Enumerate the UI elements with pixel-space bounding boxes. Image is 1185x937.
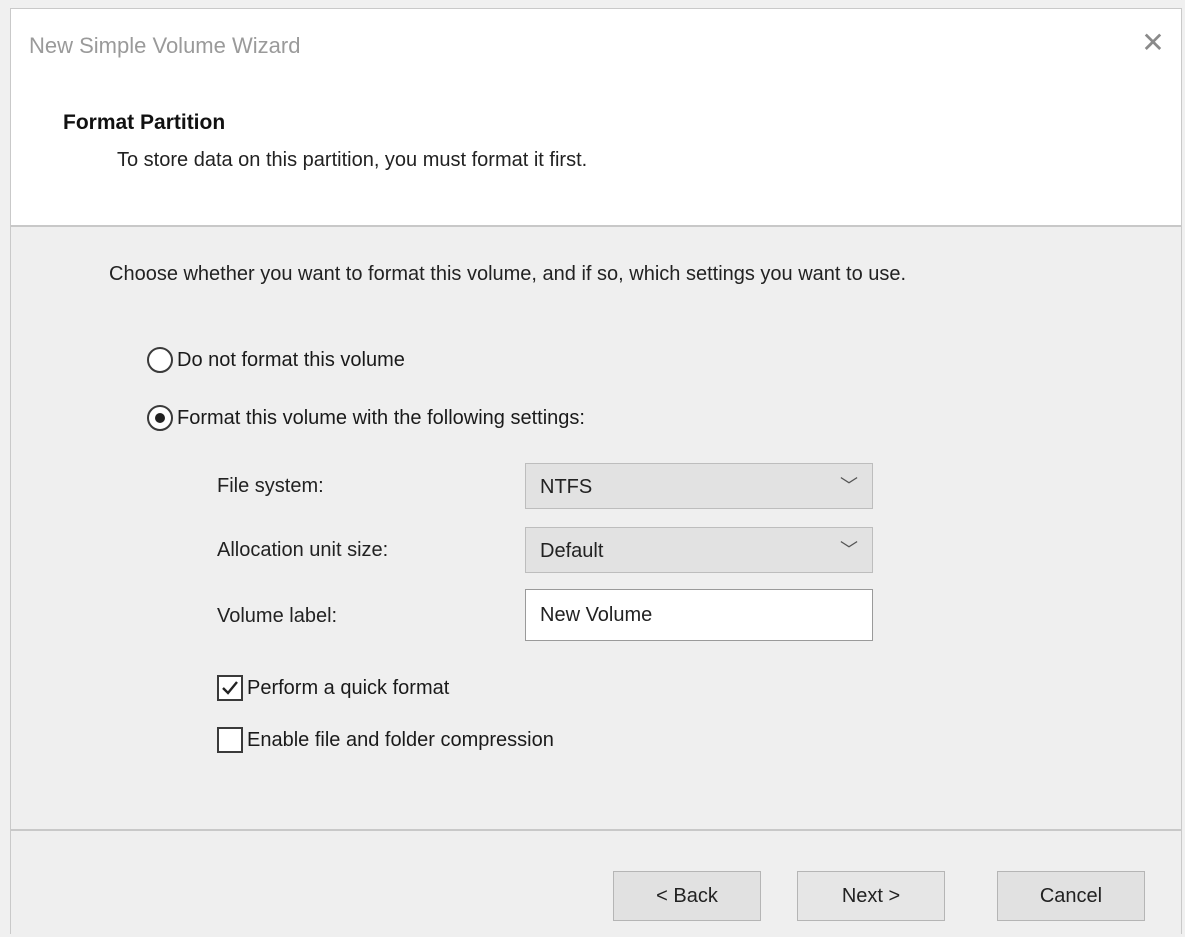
do-not-format-label: Do not format this volume bbox=[177, 348, 405, 371]
chevron-down-icon: ﹀ bbox=[840, 540, 858, 560]
file-system-value: NTFS bbox=[540, 476, 593, 498]
volume-label-input[interactable] bbox=[525, 589, 873, 641]
compression-checkbox[interactable] bbox=[217, 727, 243, 753]
checkmark-icon bbox=[222, 681, 238, 695]
next-button[interactable]: Next > bbox=[797, 871, 945, 921]
wizard-window: New Simple Volume Wizard ✕ Format Partit… bbox=[10, 8, 1182, 937]
quick-format-checkbox[interactable] bbox=[217, 675, 243, 701]
format-volume-label: Format this volume with the following se… bbox=[177, 406, 585, 429]
wizard-content: Choose whether you want to format this v… bbox=[11, 227, 1181, 829]
page-title: Format Partition bbox=[63, 111, 226, 134]
compression-label: Enable file and folder compression bbox=[247, 728, 554, 751]
page-subtitle: To store data on this partition, you mus… bbox=[117, 149, 588, 171]
intro-text: Choose whether you want to format this v… bbox=[109, 263, 907, 285]
file-system-dropdown[interactable]: NTFS ﹀ bbox=[525, 463, 873, 509]
wizard-header: Format Partition To store data on this p… bbox=[11, 79, 1181, 227]
format-volume-radio-option[interactable]: Format this volume with the following se… bbox=[147, 405, 585, 431]
do-not-format-radio-option[interactable]: Do not format this volume bbox=[147, 347, 405, 373]
cancel-button[interactable]: Cancel bbox=[997, 871, 1145, 921]
wizard-footer: < Back Next > Cancel bbox=[11, 829, 1181, 937]
title-bar: New Simple Volume Wizard ✕ bbox=[11, 9, 1181, 79]
allocation-unit-size-value: Default bbox=[540, 540, 604, 562]
chevron-down-icon: ﹀ bbox=[840, 476, 858, 496]
volume-label-label: Volume label: bbox=[217, 605, 338, 627]
allocation-unit-size-label: Allocation unit size: bbox=[217, 539, 389, 561]
quick-format-label: Perform a quick format bbox=[247, 676, 450, 699]
close-icon[interactable]: ✕ bbox=[1133, 23, 1173, 63]
allocation-unit-size-dropdown[interactable]: Default ﹀ bbox=[525, 527, 873, 573]
back-button[interactable]: < Back bbox=[613, 871, 761, 921]
compression-option[interactable]: Enable file and folder compression bbox=[217, 727, 554, 753]
do-not-format-radio[interactable] bbox=[147, 347, 173, 373]
format-volume-radio[interactable] bbox=[147, 405, 173, 431]
window-title: New Simple Volume Wizard bbox=[29, 33, 301, 58]
file-system-label: File system: bbox=[217, 475, 324, 497]
quick-format-option[interactable]: Perform a quick format bbox=[217, 675, 449, 701]
